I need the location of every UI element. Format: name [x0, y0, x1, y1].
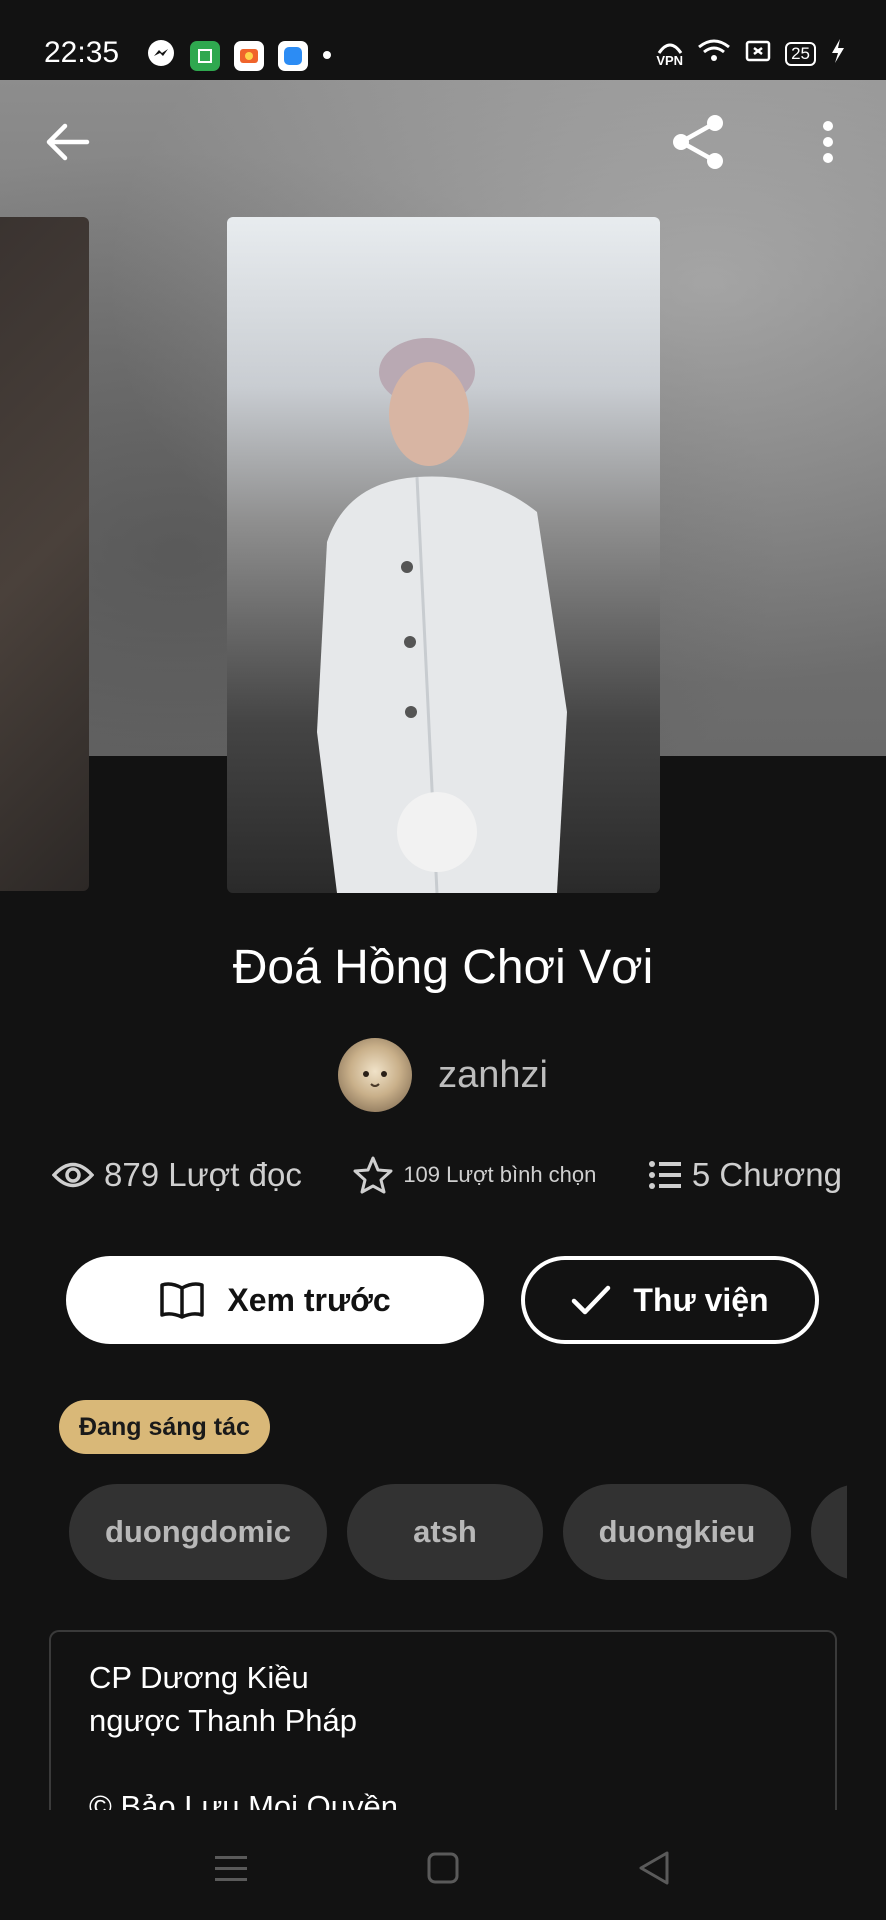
- chapters-stat[interactable]: 5 Chương: [648, 1156, 842, 1194]
- vpn-label: VPN: [656, 52, 684, 68]
- screen-record-icon: [745, 39, 771, 68]
- more-options-button[interactable]: [796, 110, 860, 174]
- tag-chip[interactable]: duongkieu: [563, 1484, 791, 1580]
- share-button[interactable]: [666, 110, 730, 174]
- back-button[interactable]: [36, 110, 100, 174]
- tag-list: duongdomic atsh duongkieu: [69, 1484, 847, 1580]
- status-bar: 22:35 VPN 25: [0, 0, 886, 80]
- book-title: Đoá Hồng Chơi Vơi: [232, 941, 654, 994]
- description-line: ngược Thanh Pháp: [89, 1703, 358, 1738]
- author-row[interactable]: zanhzi: [0, 1038, 886, 1112]
- book-open-icon: [160, 1282, 205, 1319]
- previous-book-cover[interactable]: [0, 217, 89, 891]
- description-line: [89, 1742, 797, 1785]
- home-square-icon: [427, 1852, 459, 1884]
- library-label: Thư viện: [633, 1281, 769, 1318]
- tag-chip-overflow[interactable]: [811, 1484, 847, 1580]
- votes-count: 109 Lượt bình chọn: [403, 1162, 597, 1187]
- more-notifications-dot: [322, 47, 332, 65]
- battery-level: 25: [785, 41, 816, 66]
- votes-stat: 109 Lượt bình chọn: [353, 1156, 596, 1194]
- description-card: CP Dương Kiều ngược Thanh Pháp © Bảo Lưu…: [49, 1630, 837, 1840]
- notification-icons: [146, 38, 332, 73]
- menu-icon: [215, 1856, 247, 1881]
- tag-chip[interactable]: duongdomic: [69, 1484, 327, 1580]
- book-cover: [227, 217, 660, 893]
- chapters-count[interactable]: 5 Chương: [692, 1156, 842, 1194]
- reads-stat: 879 Lượt đọc: [52, 1156, 302, 1194]
- author-avatar[interactable]: [338, 1038, 413, 1112]
- system-icons: VPN 25: [656, 38, 846, 69]
- star-icon: [353, 1156, 393, 1194]
- check-icon: [572, 1285, 611, 1315]
- eye-icon: [52, 1162, 94, 1188]
- home-button[interactable]: [413, 1840, 473, 1896]
- list-icon: [648, 1161, 681, 1189]
- back-arrow-icon: [46, 123, 90, 161]
- app-green-icon: [190, 40, 220, 71]
- preview-button[interactable]: Xem trước: [66, 1256, 484, 1344]
- back-triangle-icon: [639, 1851, 669, 1885]
- stats-row: 879 Lượt đọc 109 Lượt bình chọn 5 Chương: [52, 1156, 842, 1194]
- wifi-icon: [697, 38, 731, 69]
- system-back-button[interactable]: [624, 1840, 684, 1896]
- more-vertical-icon: [823, 121, 833, 163]
- vpn-icon: VPN: [656, 41, 683, 67]
- status-time: 22:35: [44, 36, 120, 69]
- reads-count: 879 Lượt đọc: [104, 1156, 302, 1193]
- description-line: CP Dương Kiều: [89, 1660, 309, 1695]
- share-icon: [673, 115, 723, 169]
- status-badge: Đang sáng tác: [59, 1400, 270, 1454]
- cover-figure-image: [317, 338, 567, 893]
- preview-label: Xem trước: [227, 1281, 391, 1318]
- tag-chip[interactable]: atsh: [347, 1484, 543, 1580]
- charging-icon: [830, 38, 846, 69]
- library-button[interactable]: Thư viện: [521, 1256, 819, 1344]
- app-orange-icon: [234, 40, 264, 71]
- messenger-icon: [146, 38, 176, 73]
- recent-apps-button[interactable]: [201, 1840, 261, 1896]
- app-blue-icon: [278, 40, 308, 71]
- author-name[interactable]: zanhzi: [438, 1054, 548, 1097]
